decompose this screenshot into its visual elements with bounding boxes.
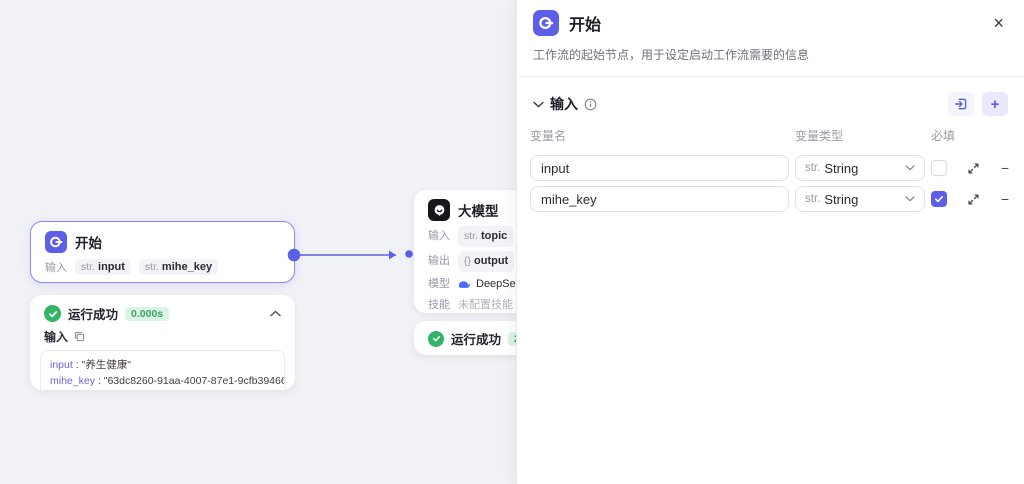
start-node-tag-mihe-key: str.mihe_key: [139, 259, 218, 275]
result-line-mihe-key: mihe_key : "63dc8260-91aa-4007-87e1-9cfb…: [50, 373, 275, 389]
edge-arrowhead: [389, 251, 396, 260]
variable-row: str. String −: [517, 155, 1024, 181]
chevron-down-icon: [905, 165, 915, 171]
remove-row-icon[interactable]: −: [1001, 191, 1009, 207]
variable-name-input[interactable]: [530, 186, 789, 212]
start-node-tag-input: str.input: [75, 259, 131, 275]
result-json-box: input : "养生健康" mihe_key : "63dc8260-91aa…: [40, 350, 285, 396]
variable-row: str. String −: [517, 186, 1024, 212]
node-config-panel: 开始 × 工作流的起始节点，用于设定启动工作流需要的信息 输入 + 变量名 变量…: [516, 0, 1024, 484]
variable-type-select[interactable]: str. String: [795, 155, 925, 181]
expand-icon[interactable]: [967, 193, 980, 206]
panel-subtitle: 工作流的起始节点，用于设定启动工作流需要的信息: [517, 44, 1024, 77]
info-icon[interactable]: [584, 98, 597, 111]
llm-tag-topic: str.topic: [458, 226, 513, 247]
chevron-down-icon[interactable]: [533, 101, 544, 108]
required-checkbox[interactable]: [931, 160, 947, 176]
success-check-icon: [44, 305, 61, 322]
llm-node-icon: [428, 199, 450, 221]
column-header-variable-name: 变量名: [530, 127, 789, 144]
expand-icon[interactable]: [967, 162, 980, 175]
success-check-icon: [428, 331, 444, 347]
workflow-canvas[interactable]: 开始 输入 str.input str.mihe_key 运行成功 0.000s: [0, 0, 516, 484]
run-duration-badge: 0.000s: [125, 307, 169, 321]
chevron-down-icon: [905, 196, 915, 202]
start-node-output-port: [288, 249, 301, 262]
close-icon[interactable]: ×: [989, 12, 1008, 34]
panel-title: 开始: [569, 11, 601, 35]
llm-model-name: DeepSeek-R1: [458, 276, 516, 293]
collapse-chevron-icon[interactable]: [270, 310, 281, 317]
llm-output-label: 输出: [428, 253, 450, 270]
deepseek-whale-icon: [458, 280, 471, 290]
run-status-text: 运行成功: [68, 304, 118, 323]
run-duration-badge: 23s: [508, 332, 516, 346]
start-node-input-label: 输入: [45, 259, 67, 275]
column-header-variable-type: 变量类型: [795, 127, 925, 144]
llm-skill-label: 技能: [428, 297, 450, 314]
start-node[interactable]: 开始 输入 str.input str.mihe_key: [30, 221, 295, 283]
llm-node[interactable]: 大模型 输入 str.topic 输出 {}output str.r 模型 De…: [414, 190, 516, 313]
result-input-label: 输入: [44, 328, 68, 345]
column-header-required: 必填: [931, 127, 1011, 144]
variable-name-input[interactable]: [530, 155, 789, 181]
llm-tag-output: {}output: [458, 251, 514, 272]
add-variable-button[interactable]: +: [982, 92, 1008, 116]
inputs-section-title: 输入: [550, 94, 578, 114]
llm-node-title: 大模型: [458, 200, 499, 220]
remove-row-icon[interactable]: −: [1001, 160, 1009, 176]
edge-start-to-llm: [287, 245, 417, 265]
required-checkbox[interactable]: [931, 191, 947, 207]
start-node-icon: [45, 231, 67, 253]
copy-icon[interactable]: [74, 331, 85, 342]
result-line-input: input : "养生健康": [50, 357, 275, 373]
start-node-title: 开始: [75, 232, 102, 252]
import-variables-button[interactable]: [948, 92, 974, 116]
start-node-icon: [533, 10, 559, 36]
llm-skill-value: 未配置技能: [458, 297, 513, 314]
llm-model-label: 模型: [428, 276, 450, 293]
llm-input-label: 输入: [428, 228, 450, 245]
variable-type-select[interactable]: str. String: [795, 186, 925, 212]
run-status-text: 运行成功: [451, 329, 501, 348]
start-run-result-card: 运行成功 0.000s 输入 input : "养生健康" mihe_key :…: [30, 295, 295, 390]
llm-node-input-port: [405, 250, 413, 258]
llm-run-result-card: 运行成功 23s: [414, 321, 516, 355]
